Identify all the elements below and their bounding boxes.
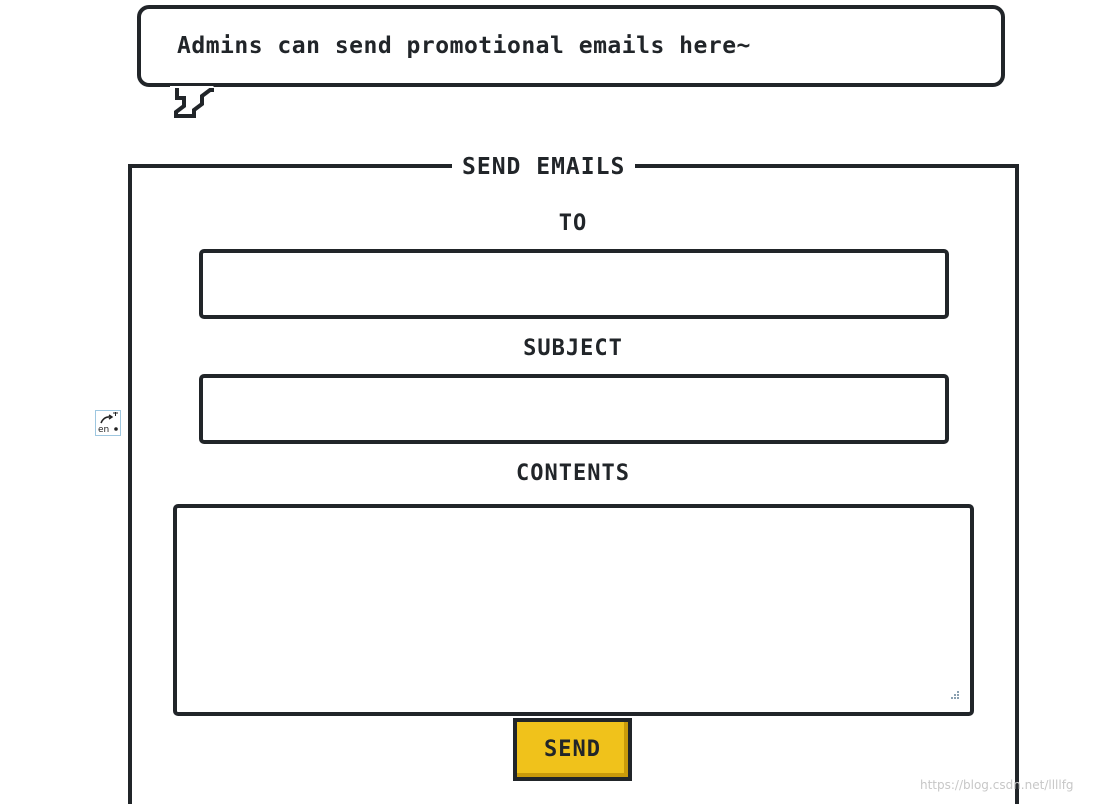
contents-textarea[interactable] [173,504,974,716]
svg-text:en: en [98,425,109,435]
resize-grip-icon[interactable] [950,690,960,700]
to-input[interactable] [199,249,949,319]
send-button[interactable]: SEND [513,718,632,781]
balloon-text: Admins can send promotional emails here~ [177,33,751,59]
contents-label: CONTENTS [516,461,630,486]
translate-en-icon[interactable]: en [95,410,121,436]
to-label: TO [558,211,588,236]
balloon-tail-icon [170,86,214,118]
speech-balloon: Admins can send promotional emails here~ [137,5,1005,87]
subject-input[interactable] [199,374,949,444]
translate-glyph-icon: en [98,412,118,435]
subject-label: SUBJECT [523,336,623,361]
watermark: https://blog.csdn.net/llllfg [920,778,1074,792]
container-title: SEND EMAILS [452,154,636,180]
page: Admins can send promotional emails here~… [0,0,1102,804]
